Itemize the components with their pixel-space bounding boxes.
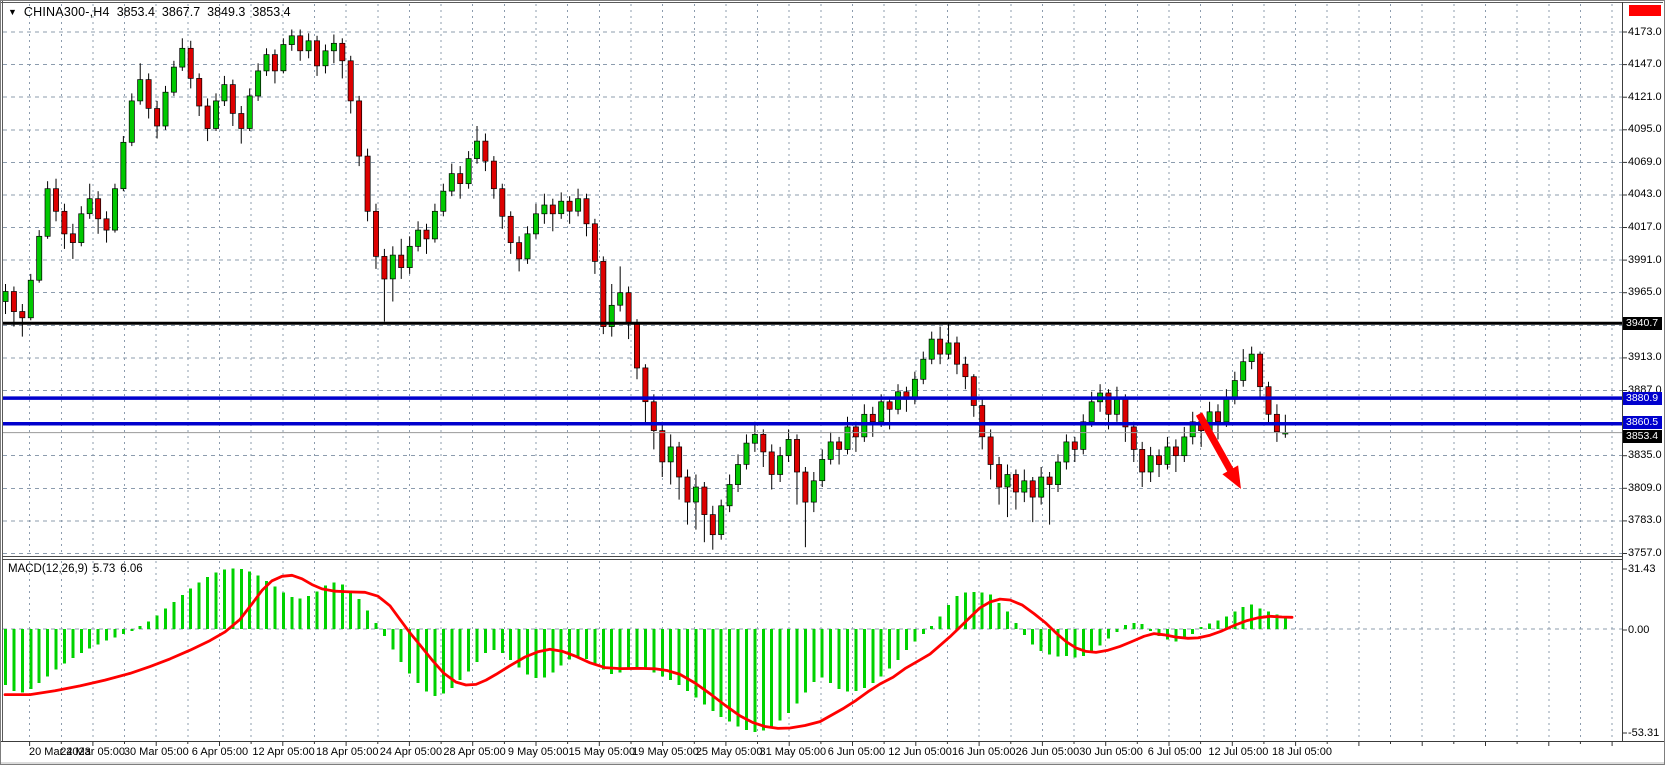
close-value: 3853.4	[252, 5, 290, 19]
chart-header: ▼ CHINA300-,H4 3853.4 3867.7 3849.3 3853…	[8, 5, 291, 19]
macd-indicator-label: MACD(12,26,9) 5.73 6.06	[8, 563, 143, 575]
candlestick-panel	[3, 30, 1288, 550]
time-axis-border	[0, 741, 1665, 742]
macd-panel	[4, 568, 1292, 732]
symbol-dropdown-icon[interactable]: ▼	[8, 6, 17, 18]
ohlc-values: 3853.4 3867.7 3849.3 3853.4	[117, 5, 291, 19]
panel-separator-line[interactable]	[2, 556, 1622, 557]
low-value: 3849.3	[207, 5, 245, 19]
symbol-period-label: CHINA300-,H4	[24, 5, 110, 19]
macd-current-value: 5.73	[93, 563, 115, 575]
price-axis-border	[1622, 2, 1623, 741]
window-left-edge	[2, 0, 3, 742]
top-right-red-marker	[1629, 5, 1661, 16]
macd-name: MACD(12,26,9)	[8, 563, 88, 575]
macd-signal-value: 6.06	[120, 563, 142, 575]
open-value: 3853.4	[117, 5, 155, 19]
chart-canvas[interactable]	[0, 0, 1665, 765]
panel-separator-line-2	[2, 559, 1622, 560]
window-top-edge	[0, 2, 1663, 3]
trading-chart-window: 4173.04147.04121.04095.04069.04043.04017…	[0, 0, 1665, 765]
high-value: 3867.7	[162, 5, 200, 19]
